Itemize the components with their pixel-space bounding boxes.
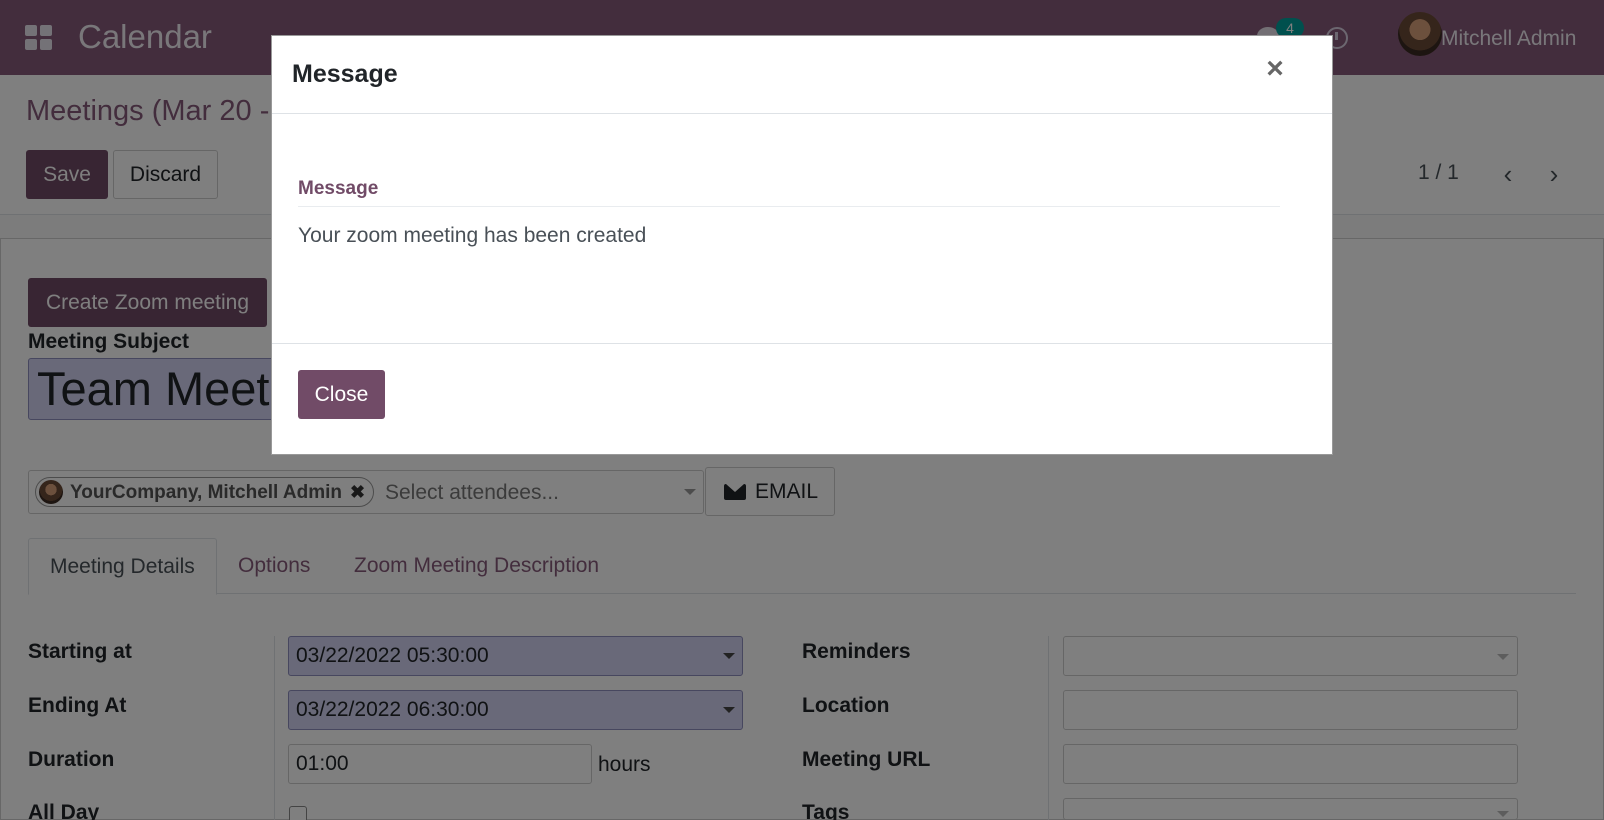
dialog-body: Message Your zoom meeting has been creat… (272, 114, 1332, 344)
dialog-title: Message (292, 60, 398, 88)
message-dialog: Message × Message Your zoom meeting has … (271, 35, 1333, 455)
message-field-label: Message (298, 178, 379, 199)
message-text: Your zoom meeting has been created (298, 224, 647, 247)
dialog-header: Message × (272, 36, 1332, 114)
close-icon[interactable]: × (1260, 54, 1290, 84)
close-button[interactable]: Close (298, 370, 385, 419)
field-divider (298, 206, 1280, 207)
dialog-footer: Close (272, 343, 1332, 454)
